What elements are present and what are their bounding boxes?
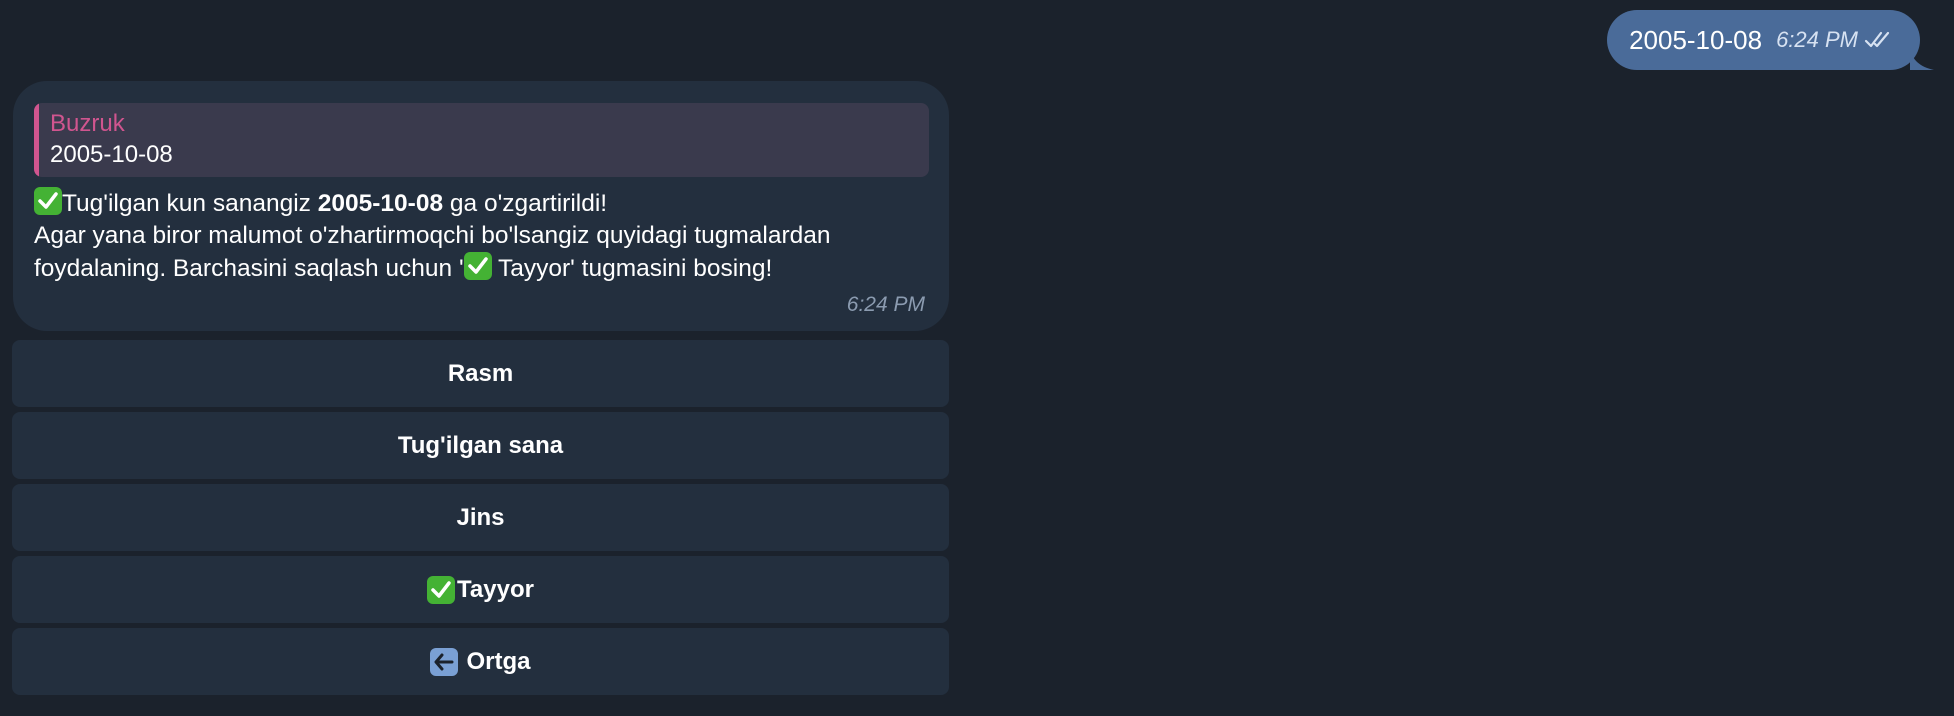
incoming-message[interactable]: Buzruk 2005-10-08 Tug'ilgan kun sanangiz… bbox=[13, 81, 949, 331]
keyboard-button-birth-date[interactable]: Tug'ilgan sana bbox=[12, 412, 949, 479]
keyboard-button-done[interactable]: Tayyor bbox=[12, 556, 949, 623]
reply-text: 2005-10-08 bbox=[50, 141, 173, 168]
message-body: Tug'ilgan kun sanangiz 2005-10-08 ga o'z… bbox=[34, 187, 929, 285]
keyboard-button-rasm[interactable]: Rasm bbox=[12, 340, 949, 407]
keyboard-button-gender[interactable]: Jins bbox=[12, 484, 949, 551]
keyboard-button-label: Tayyor bbox=[457, 575, 534, 603]
message-line-1-prefix: Tug'ilgan kun sanangiz bbox=[62, 190, 318, 217]
reply-author: Buzruk bbox=[50, 110, 125, 137]
message-line-3-prefix: foydalaning. Barchasini saqlash uchun ' bbox=[34, 255, 464, 282]
message-line-1: Tug'ilgan kun sanangiz 2005-10-08 ga o'z… bbox=[34, 187, 929, 220]
message-line-1-suffix: ga o'zgartirildi! bbox=[443, 190, 608, 217]
outgoing-message-text: 2005-10-08 bbox=[1629, 24, 1763, 55]
message-line-3: foydalaning. Barchasini saqlash uchun ' … bbox=[34, 252, 929, 285]
message-line-2: Agar yana biror malumot o'zhartirmoqchi … bbox=[34, 222, 831, 249]
reply-quote[interactable]: Buzruk 2005-10-08 bbox=[34, 103, 929, 177]
message-line-3-suffix: Tayyor' tugmasini bosing! bbox=[491, 255, 773, 282]
chat-area: 2005-10-08 6:24 PM Buzruk 2005-10-08 Tug… bbox=[0, 0, 1954, 716]
double-check-icon bbox=[1864, 30, 1894, 50]
outgoing-message-time: 6:24 PM bbox=[1776, 27, 1858, 52]
bubble-tail bbox=[1910, 48, 1934, 70]
incoming-message-time: 6:24 PM bbox=[846, 293, 925, 316]
outgoing-message-meta: 6:24 PM bbox=[1776, 27, 1894, 53]
keyboard-button-label: Ortga bbox=[466, 647, 531, 675]
keyboard-button-label: Rasm bbox=[447, 359, 514, 387]
check-mark-emoji-icon bbox=[463, 252, 492, 280]
check-mark-emoji-icon bbox=[427, 575, 456, 604]
left-arrow-emoji-icon bbox=[430, 647, 459, 676]
keyboard-button-back[interactable]: Ortga bbox=[12, 628, 949, 695]
keyboard-button-label: Tug'ilgan sana bbox=[397, 431, 564, 459]
message-line-1-bold: 2005-10-08 bbox=[317, 190, 444, 217]
check-mark-emoji-icon bbox=[34, 187, 62, 215]
reply-accent-bar bbox=[34, 103, 39, 177]
outgoing-message[interactable]: 2005-10-08 6:24 PM bbox=[1607, 10, 1934, 70]
keyboard-button-label: Jins bbox=[456, 503, 505, 531]
